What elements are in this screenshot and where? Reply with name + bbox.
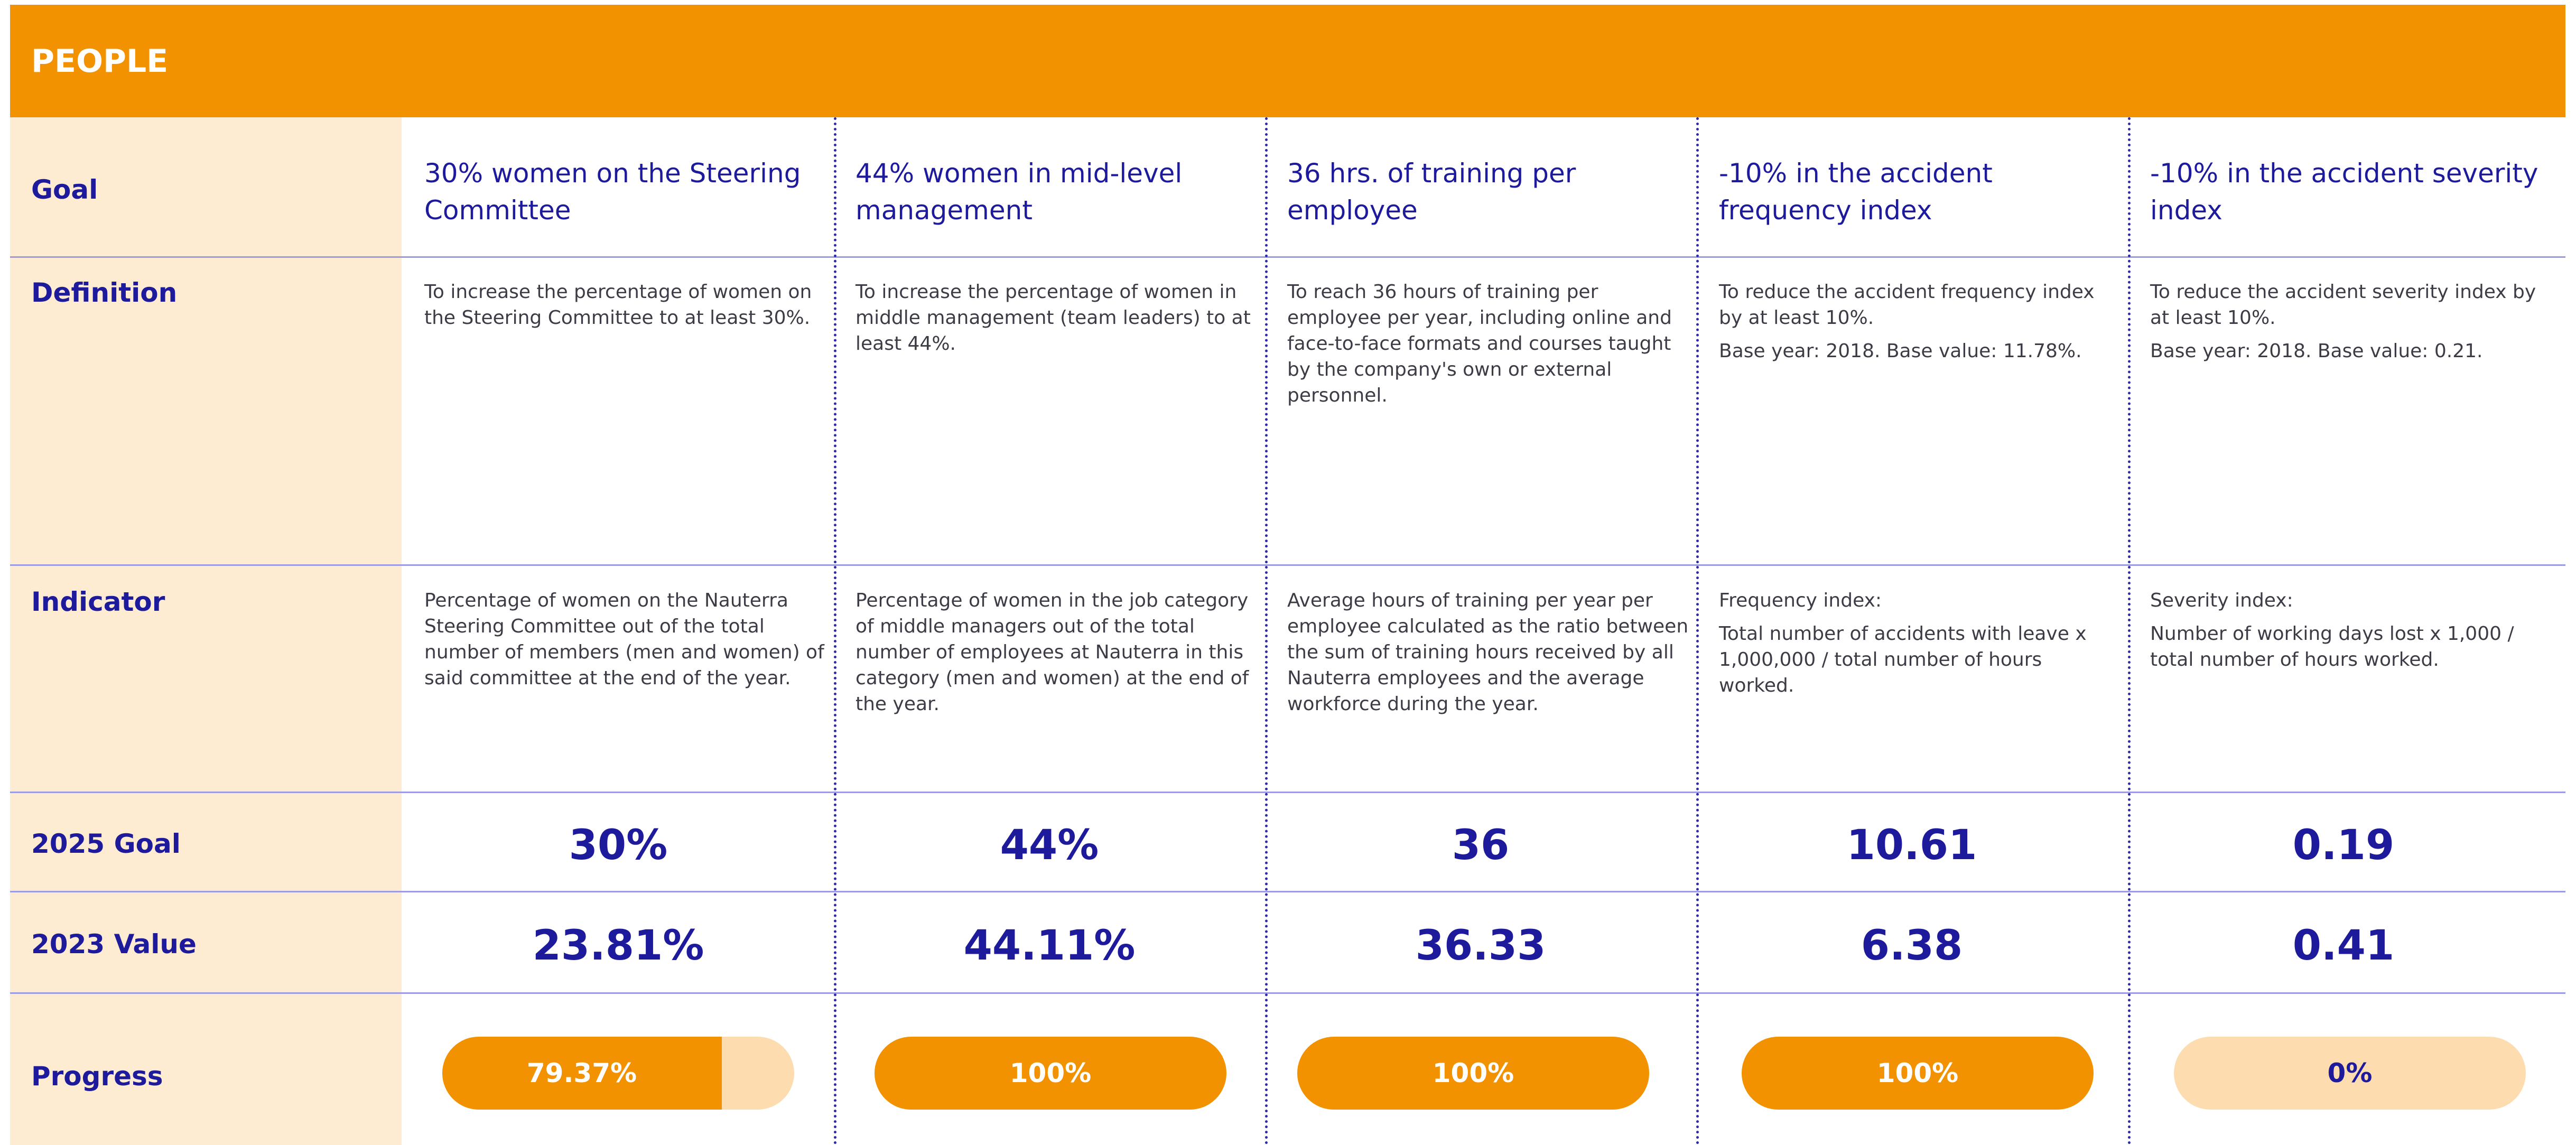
- goal-text: 44% women in mid-level management: [855, 158, 1183, 226]
- indicator-text: Percentage of women on the Nauterra Stee…: [424, 590, 824, 689]
- row-label-2025-goal: 2025 Goal: [31, 829, 181, 859]
- definition-text: To increase the percentage of women in m…: [855, 281, 1251, 355]
- goal-2025-value: 30%: [569, 822, 668, 869]
- definition-text: To reduce the accident severity index by…: [2150, 281, 2536, 362]
- definition-text: To reduce the accident frequency index b…: [1719, 281, 2095, 362]
- goal-2025-value: 36: [1452, 822, 1510, 869]
- goal-text: -10% in the accident frequency index: [1719, 158, 1993, 226]
- column-divider: [834, 117, 836, 1145]
- indicator-text: Frequency index: Total number of acciden…: [1719, 590, 2087, 696]
- definition-text: To reach 36 hours of training per employ…: [1287, 281, 1672, 406]
- column-divider: [2128, 117, 2131, 1145]
- progress-bar: 0%: [2174, 1037, 2526, 1110]
- section-title: PEOPLE: [31, 42, 169, 80]
- goal-text: 36 hrs. of training per employee: [1287, 158, 1576, 226]
- row-divider: [10, 891, 2565, 892]
- goal-text: 30% women on the Steering Committee: [424, 158, 801, 226]
- value-2023: 0.41: [2292, 922, 2395, 970]
- value-2023: 36.33: [1415, 922, 1546, 970]
- row-divider: [10, 256, 2565, 258]
- value-2023: 44.11%: [963, 922, 1136, 970]
- row-label-goal: Goal: [31, 174, 98, 205]
- progress-bar: 100%: [1742, 1037, 2094, 1110]
- progress-label: 0%: [2327, 1058, 2373, 1088]
- goal-text: -10% in the accident severity index: [2150, 158, 2538, 226]
- goal-2025-value: 10.61: [1846, 822, 1977, 869]
- value-2023: 23.81%: [532, 922, 704, 970]
- row-label-column: [10, 117, 402, 1145]
- value-2023: 6.38: [1861, 922, 1963, 970]
- row-divider: [10, 992, 2565, 994]
- row-label-indicator: Indicator: [31, 587, 165, 617]
- column-divider: [1265, 117, 1268, 1145]
- row-label-definition: Definition: [31, 277, 178, 308]
- goal-2025-value: 0.19: [2292, 822, 2395, 869]
- row-label-2023-value: 2023 Value: [31, 929, 197, 960]
- progress-bar: 100%: [875, 1037, 1226, 1110]
- goal-2025-value: 44%: [1000, 822, 1099, 869]
- progress-label: 100%: [1876, 1058, 1959, 1088]
- row-divider: [10, 792, 2565, 793]
- column-divider: [1696, 117, 1699, 1145]
- progress-bar: 100%: [1297, 1037, 1649, 1110]
- progress-label: 100%: [1009, 1058, 1092, 1088]
- indicator-text: Severity index: Number of working days l…: [2150, 590, 2514, 671]
- indicator-text: Average hours of training per year per e…: [1287, 590, 1689, 715]
- progress-bar: 79.37%: [442, 1037, 794, 1110]
- row-label-progress: Progress: [31, 1061, 163, 1092]
- section-header: PEOPLE: [10, 5, 2565, 117]
- row-divider: [10, 564, 2565, 566]
- progress-label: 100%: [1432, 1058, 1514, 1088]
- definition-text: To increase the percentage of women on t…: [424, 281, 812, 329]
- progress-label: 79.37%: [526, 1058, 637, 1088]
- indicator-text: Percentage of women in the job category …: [855, 590, 1249, 715]
